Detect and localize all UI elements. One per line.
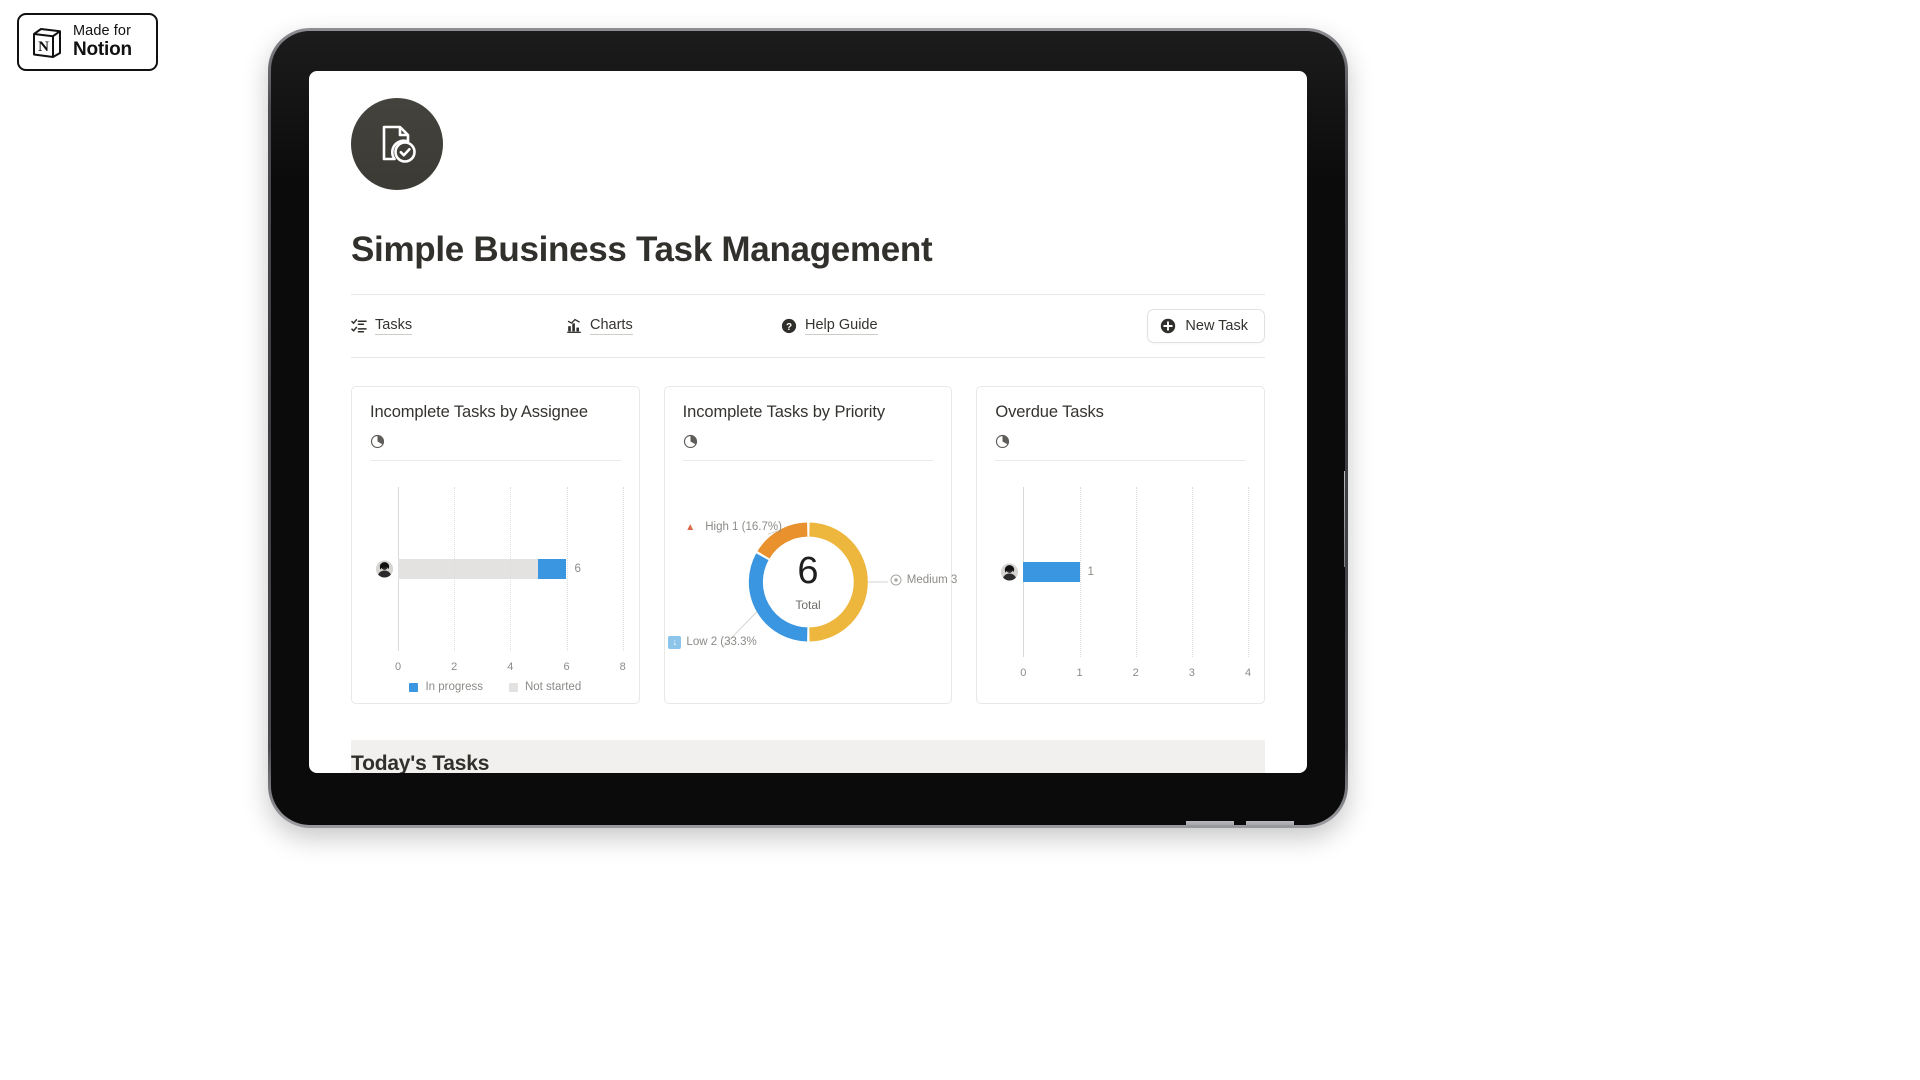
notion-logo-icon: N [30,25,64,59]
card-overdue-tasks: Overdue Tasks 1 0 1 2 3 4 [976,386,1266,704]
new-task-button-label: New Task [1185,318,1248,334]
nav-label-charts: Charts [590,317,633,335]
donut-chart-priority: 6 Total ▲ High 1 (16.7%) ↓ Low 2 (33.3% [665,461,957,703]
priority-low-arrow-icon: ↓ [668,635,682,649]
legend-item-not-started: Not started [508,681,582,693]
donut-label-medium-text: Medium 3 [906,574,958,586]
donut-label-low-text: Low 2 (33.3% [686,636,757,649]
page-nav-row: Tasks Charts ? Help Guide New Task [351,295,1265,357]
card-title: Incomplete Tasks by Assignee [370,403,588,421]
made-for-notion-badge: N Made for Notion [17,13,158,71]
chart-x-tick-label: 1 [1076,667,1083,679]
bar-chart-overdue: 1 0 1 2 3 4 [977,461,1264,703]
bar-segment-in-progress [538,559,567,579]
svg-text:N: N [38,39,49,55]
tablet-device-frame: Simple Business Task Management Tasks Ch… [268,28,1348,828]
chart-x-tick-label: 6 [563,661,570,673]
new-task-button[interactable]: New Task [1147,309,1265,343]
chart-gridline [1191,487,1193,657]
donut-total-value: 6 [797,550,819,592]
badge-line-made-for: Made for [73,23,132,40]
chart-gridline [1248,487,1250,657]
legend-label-not-started: Not started [524,681,582,693]
badge-line-notion: Notion [73,38,132,60]
donut-label-low: ↓ Low 2 (33.3% [668,635,757,649]
nav-divider [351,357,1265,358]
svg-text:?: ? [786,322,792,333]
notion-page: Simple Business Task Management Tasks Ch… [309,71,1307,773]
bar-value-label: 6 [574,563,581,575]
priority-high-triangle-icon: ▲ [685,521,696,533]
card-incomplete-tasks-by-priority: Incomplete Tasks by Priority 6 Total ▲ H… [663,386,957,704]
nav-link-tasks[interactable]: Tasks [351,317,566,335]
bar-value-label: 1 [1087,566,1094,578]
card-title: Overdue Tasks [995,403,1104,421]
chart-gridline [454,487,456,651]
page-title: Simple Business Task Management [351,230,933,269]
chart-x-tick-label: 0 [1020,667,1027,679]
nav-label-help-guide: Help Guide [805,317,878,335]
nav-link-charts[interactable]: Charts [566,317,781,335]
bar-segment-not-started [398,559,539,579]
bar-chart-assignee: 6 0 2 4 6 8 In progress Not started [352,461,639,703]
tablet-screen: Simple Business Task Management Tasks Ch… [309,71,1307,773]
nav-link-help-guide[interactable]: ? Help Guide [781,317,1041,335]
avatar-anais [376,560,393,578]
chart-gridline [1135,487,1137,657]
checklist-icon [351,318,367,334]
chart-gridline [510,487,512,651]
donut-center-total: 6 Total [795,552,820,612]
priority-medium-circle-icon [890,574,902,586]
donut-label-high-text: High 1 (16.7%) [705,521,782,534]
pie-chart-icon [370,434,385,449]
chart-gridline [1079,487,1081,657]
chart-gridline [622,487,624,651]
tablet-bottom-nub-left [1186,821,1234,825]
tablet-side-button [1344,471,1345,567]
charts-row: Incomplete Tasks by Assignee 6 0 2 4 6 8… [351,386,1266,704]
legend-swatch-in-progress [409,682,419,692]
page-icon-document-check-icon [351,98,443,190]
tablet-bezel: Simple Business Task Management Tasks Ch… [271,31,1345,825]
chart-x-tick-label: 2 [1132,667,1139,679]
tablet-bottom-nub-right [1246,821,1294,825]
chart-x-tick-label: 3 [1188,667,1195,679]
chart-legend: In progress Not started [352,681,639,693]
chart-x-tick-label: 2 [451,661,458,673]
legend-swatch-not-started [508,682,518,692]
todays-tasks-heading-band: Today's Tasks [351,740,1265,773]
donut-total-label: Total [795,598,821,612]
chart-x-tick-label: 4 [1244,667,1252,679]
chart-x-tick-label: 4 [507,661,514,673]
chart-x-tick-label: 8 [619,661,626,673]
card-title: Incomplete Tasks by Priority [682,403,885,421]
legend-label-in-progress: In progress [425,681,483,693]
bar-chart-icon [566,318,582,334]
question-circle-icon: ? [781,318,797,334]
avatar-anais [1001,563,1019,581]
plus-circle-icon [1160,318,1176,334]
nav-label-tasks: Tasks [375,317,413,335]
legend-item-in-progress: In progress [409,681,483,693]
bar-segment-overdue [1023,562,1080,582]
donut-label-medium: Medium 3 [890,574,958,586]
pie-chart-icon [995,434,1010,449]
donut-label-high: ▲ High 1 (16.7%) [685,521,782,533]
card-incomplete-tasks-by-assignee: Incomplete Tasks by Assignee 6 0 2 4 6 8… [351,386,640,704]
todays-tasks-heading: Today's Tasks [351,752,490,773]
pie-chart-icon [683,434,698,449]
chart-gridline [566,487,568,651]
chart-x-tick-label: 0 [394,661,402,673]
